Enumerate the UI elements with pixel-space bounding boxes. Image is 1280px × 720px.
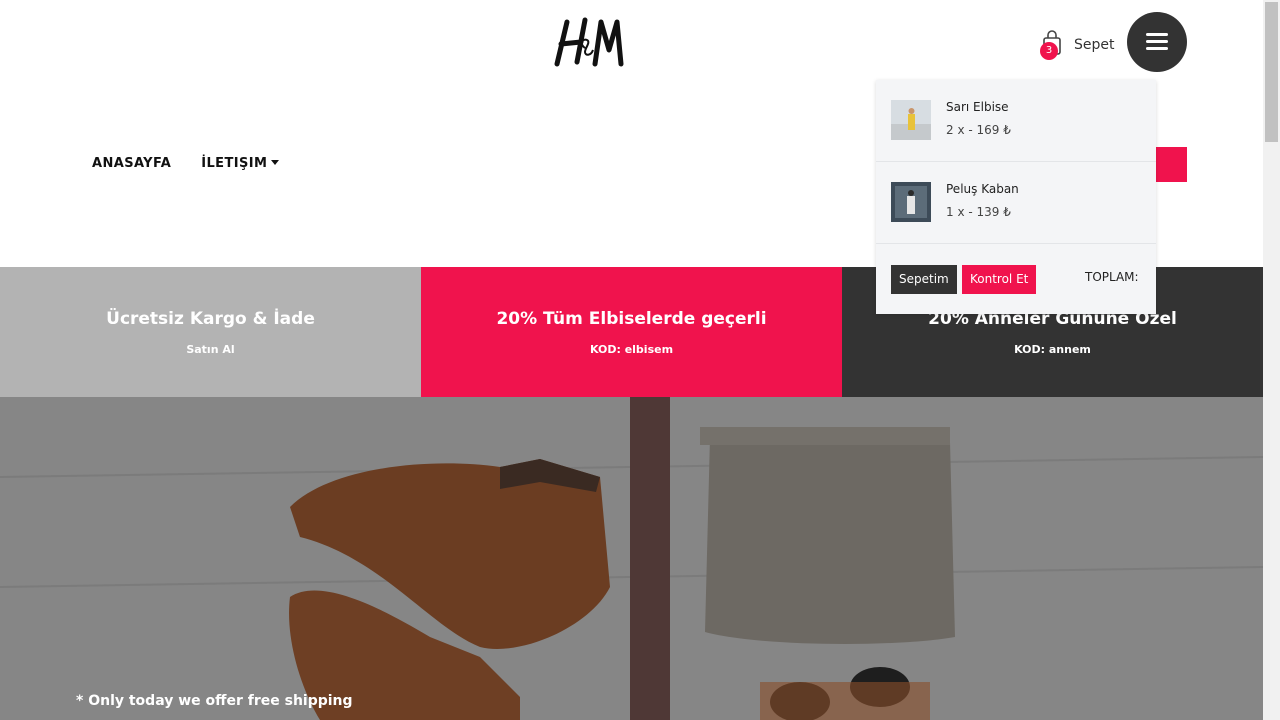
promo-subtitle: Satın Al bbox=[186, 342, 235, 356]
hamburger-icon bbox=[1146, 33, 1168, 51]
nav-item-contact-label: İLETIŞIM bbox=[201, 156, 268, 171]
cart-label: Sepet bbox=[1074, 37, 1115, 53]
promo-title: 20% Tüm Elbiselerde geçerli bbox=[496, 308, 767, 329]
cart-button[interactable]: 3 Sepet bbox=[1038, 28, 1115, 62]
cart-count-badge: 3 bbox=[1040, 42, 1058, 60]
main-nav: ANASAYFA İLETIŞIM bbox=[92, 156, 280, 171]
cart-item[interactable]: Peluş Kaban 1 x - 139 ₺ bbox=[876, 162, 1156, 244]
promo-title: Ücretsiz Kargo & İade bbox=[106, 308, 315, 329]
caret-down-icon bbox=[271, 160, 280, 165]
scrollbar-thumb[interactable] bbox=[1265, 2, 1278, 142]
promo-free-shipping[interactable]: Ücretsiz Kargo & İade Satın Al bbox=[0, 267, 421, 397]
view-cart-button[interactable]: Sepetim bbox=[891, 265, 957, 294]
hero-caption: * Only today we offer free shipping bbox=[76, 693, 353, 709]
cart-item-qty-price: 1 x - 139 ₺ bbox=[946, 205, 1011, 219]
hero-image bbox=[0, 397, 1263, 720]
hm-logo-graphic bbox=[554, 17, 624, 67]
product-thumbnail bbox=[891, 100, 931, 140]
cart-item-qty-price: 2 x - 169 ₺ bbox=[946, 123, 1011, 137]
cart-item[interactable]: Sarı Elbise 2 x - 169 ₺ bbox=[876, 80, 1156, 162]
product-thumbnail bbox=[891, 182, 931, 222]
cart-total-label: TOPLAM: bbox=[1085, 270, 1139, 284]
cart-dropdown: Sarı Elbise 2 x - 169 ₺ Peluş Kaban 1 x … bbox=[876, 80, 1156, 314]
promo-subtitle: KOD: elbisem bbox=[589, 342, 674, 356]
hero-banner: * Only today we offer free shipping bbox=[0, 397, 1263, 720]
page-scrollbar[interactable] bbox=[1263, 0, 1280, 720]
promo-subtitle: KOD: annem bbox=[1014, 342, 1091, 356]
shopping-bag-icon: 3 bbox=[1038, 30, 1064, 60]
brand-logo[interactable] bbox=[551, 14, 625, 70]
cart-dropdown-footer: Sepetim Kontrol Et TOPLAM: bbox=[876, 244, 1156, 314]
nav-item-home[interactable]: ANASAYFA bbox=[92, 156, 171, 171]
checkout-button[interactable]: Kontrol Et bbox=[962, 265, 1037, 294]
nav-item-contact[interactable]: İLETIŞIM bbox=[201, 156, 280, 171]
promo-dresses[interactable]: 20% Tüm Elbiselerde geçerli KOD: elbisem bbox=[421, 267, 842, 397]
cart-item-name: Sarı Elbise bbox=[946, 100, 1009, 114]
cart-item-name: Peluş Kaban bbox=[946, 182, 1019, 196]
menu-button[interactable] bbox=[1127, 12, 1187, 72]
